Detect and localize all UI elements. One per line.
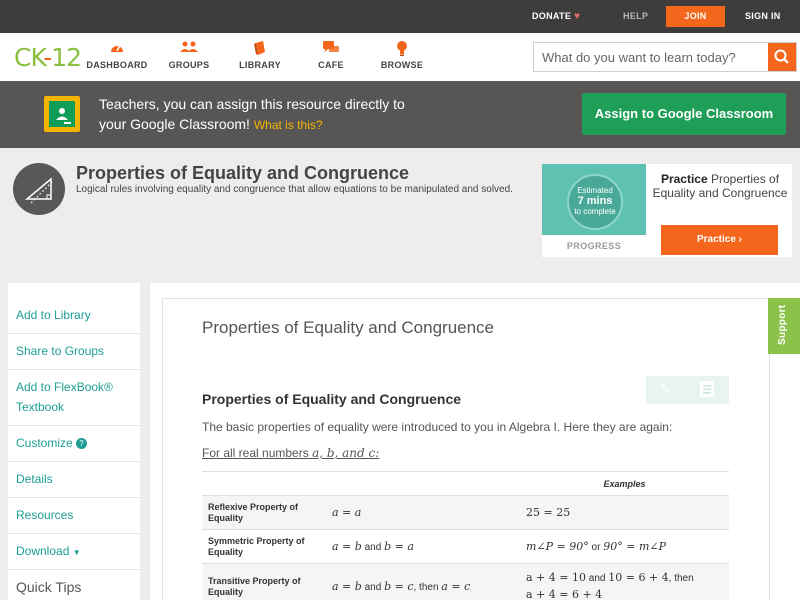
for-all-real-numbers: For all real numbers a, b, and c: — [202, 446, 380, 460]
intro-paragraph: The basic properties of equality were in… — [202, 420, 673, 434]
donate-link[interactable]: DONATE ♥ — [532, 11, 580, 22]
sidebar-divider — [8, 461, 140, 462]
speedometer-icon — [82, 41, 152, 57]
sidebar-divider — [8, 425, 140, 426]
sidebar-divider — [8, 497, 140, 498]
section-title: Properties of Equality and Congruence — [202, 391, 462, 407]
notes-icon[interactable] — [700, 381, 714, 397]
examples-header: Examples — [520, 471, 729, 496]
sidebar-divider — [8, 569, 140, 570]
lightbulb-icon — [367, 41, 437, 57]
sidebar-item-share-to-groups[interactable]: Share to Groups — [16, 341, 104, 361]
nav-cafe[interactable]: CAFE — [296, 41, 366, 70]
sidebar-item-add-to-flexbook[interactable]: Add to FlexBook® Textbook — [16, 377, 113, 417]
sidebar-item-resources[interactable]: Resources — [16, 505, 73, 525]
concept-description: Logical rules involving equality and con… — [76, 184, 513, 195]
heart-icon: ♥ — [574, 11, 581, 22]
chat-icon — [296, 41, 366, 57]
practice-heading: Practice Properties of Equality and Cong… — [652, 172, 788, 200]
sidebar-item-customize[interactable]: Customize ? — [16, 433, 88, 453]
help-link[interactable]: HELP — [623, 11, 648, 21]
concept-title: Properties of Equality and Congruence — [76, 163, 410, 183]
search-box — [533, 42, 797, 72]
nav-browse[interactable]: BROWSE — [367, 41, 437, 70]
classroom-message: Teachers, you can assign this resource d… — [99, 96, 405, 132]
estimated-time-badge: Estimated 7 mins to complete — [567, 174, 623, 230]
search-button[interactable] — [768, 43, 796, 71]
geometry-concept-icon — [13, 163, 65, 215]
google-classroom-icon — [44, 96, 80, 132]
sidebar-item-add-to-library[interactable]: Add to Library — [16, 305, 91, 325]
caret-down-icon: ▼ — [72, 548, 81, 557]
book-icon — [225, 41, 295, 57]
assign-to-google-classroom-button[interactable]: Assign to Google Classroom — [582, 93, 786, 135]
chevron-right-icon: › — [738, 234, 743, 245]
content-title: Properties of Equality and Congruence — [202, 318, 495, 337]
main-navigation: CK-12 DASHBOARD GROUPS LIBRARY CAFE BROW… — [0, 33, 800, 81]
ck12-logo[interactable]: CK-12 — [14, 43, 82, 72]
people-icon — [154, 41, 224, 57]
nav-groups[interactable]: GROUPS — [154, 41, 224, 70]
practice-card: Estimated 7 mins to complete PROGRESS Pr… — [542, 164, 792, 257]
search-input[interactable] — [534, 43, 768, 71]
classroom-banner: Teachers, you can assign this resource d… — [0, 81, 800, 148]
sign-in-link[interactable]: SIGN IN — [745, 11, 781, 21]
top-utility-bar: DONATE ♥ HELP JOIN SIGN IN — [0, 0, 800, 33]
table-row: Symmetric Property of Equality a = b and… — [202, 529, 729, 564]
quick-tips-heading: Quick Tips — [16, 579, 82, 595]
sidebar-item-download[interactable]: Download ▼ — [16, 541, 81, 563]
help-icon[interactable]: ? — [76, 438, 88, 449]
nav-library[interactable]: LIBRARY — [225, 41, 295, 70]
nav-dashboard[interactable]: DASHBOARD — [82, 41, 152, 70]
content-toolbar: ✎ — [646, 376, 729, 404]
properties-table: Examples Reflexive Property of Equality … — [202, 471, 729, 600]
sidebar-divider — [8, 333, 140, 334]
pencil-icon[interactable]: ✎ — [660, 381, 672, 398]
support-tab[interactable]: Support — [768, 298, 800, 354]
sidebar: Add to Library Share to Groups Add to Fl… — [8, 283, 140, 600]
search-icon — [774, 49, 789, 64]
table-row: Reflexive Property of Equality a = a 25 … — [202, 495, 729, 530]
sidebar-divider — [8, 369, 140, 370]
table-row: Transitive Property of Equality a = b an… — [202, 563, 729, 600]
join-button[interactable]: JOIN — [666, 6, 725, 27]
sidebar-divider — [8, 533, 140, 534]
sidebar-item-details[interactable]: Details — [16, 469, 53, 489]
progress-label: PROGRESS — [542, 235, 646, 257]
practice-button[interactable]: Practice › — [661, 225, 778, 255]
what-is-this-link[interactable]: What is this? — [254, 118, 323, 132]
